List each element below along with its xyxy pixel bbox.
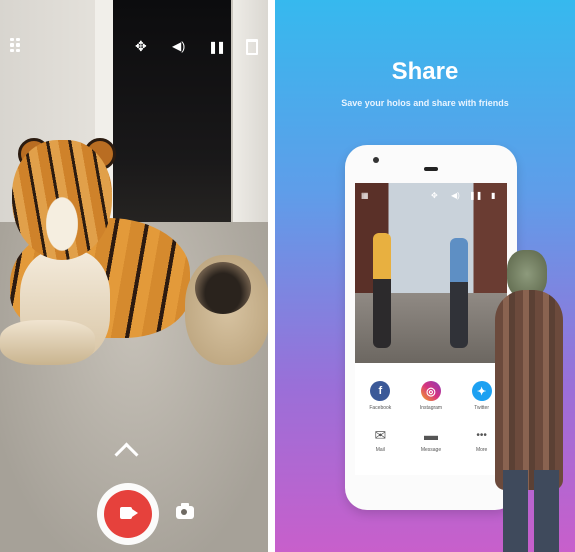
page-title: Share: [391, 58, 459, 85]
share-label: Facebook: [369, 405, 392, 411]
share-label: Mail: [375, 447, 385, 453]
share-label: Instagram: [419, 405, 443, 411]
more-icon: •••: [476, 429, 487, 441]
grid-icon[interactable]: ▦: [361, 191, 369, 200]
zombie-hologram-body: [495, 290, 563, 490]
phone-mockup: ▦ ✥ ◀) ❚❚ ▮ f Facebook ◎ Instagram ✦ Twi…: [345, 145, 517, 510]
trash-icon[interactable]: ▮: [491, 191, 495, 200]
facebook-icon: f: [370, 381, 391, 401]
phone-screen: ▦ ✥ ◀) ❚❚ ▮ f Facebook ◎ Instagram ✦ Twi…: [355, 183, 507, 475]
trash-icon[interactable]: [246, 39, 258, 55]
share-label: Message: [420, 447, 442, 453]
share-mail-button[interactable]: ✉ Mail: [356, 426, 404, 454]
share-row-social: f Facebook ◎ Instagram ✦ Twitter: [355, 381, 507, 411]
phone-camera: [373, 157, 379, 163]
page-subtitle: Save your holos and share with friends: [341, 98, 509, 108]
zombie-hologram-legs: [503, 470, 559, 552]
instagram-icon: ◎: [420, 381, 441, 401]
message-icon: ▬: [423, 427, 438, 443]
move-icon[interactable]: ✥: [135, 39, 147, 53]
pug-dog-face: [195, 262, 251, 314]
ar-camera-view: ✥ ◀) ❚❚: [0, 0, 268, 552]
tiger-hologram-paw: [0, 320, 95, 365]
grid-icon[interactable]: [10, 38, 20, 52]
dark-doorway: [113, 0, 231, 225]
share-message-button[interactable]: ▬ Message: [407, 427, 455, 453]
share-facebook-button[interactable]: f Facebook: [356, 381, 404, 411]
twitter-icon: ✦: [471, 381, 492, 401]
camera-icon[interactable]: [176, 503, 194, 519]
video-record-icon: [120, 507, 138, 519]
panel-divider: [268, 0, 275, 552]
sound-icon[interactable]: ◀): [172, 39, 185, 53]
phone-speaker: [424, 167, 438, 171]
tiger-hologram-head: [12, 140, 112, 260]
sound-icon[interactable]: ◀): [451, 191, 460, 200]
person-figure: [450, 238, 468, 348]
person-figure: [373, 233, 391, 348]
move-icon[interactable]: ✥: [431, 191, 438, 200]
pause-icon[interactable]: ❚❚: [469, 191, 482, 200]
share-promo-panel: Share Save your holos and share with fri…: [275, 0, 575, 552]
door: [231, 0, 268, 232]
pause-icon[interactable]: ❚❚: [208, 40, 226, 54]
share-row-other: ✉ Mail ▬ Message ••• More: [355, 426, 507, 454]
mail-icon: ✉: [374, 426, 387, 443]
share-instagram-button[interactable]: ◎ Instagram: [407, 381, 455, 411]
